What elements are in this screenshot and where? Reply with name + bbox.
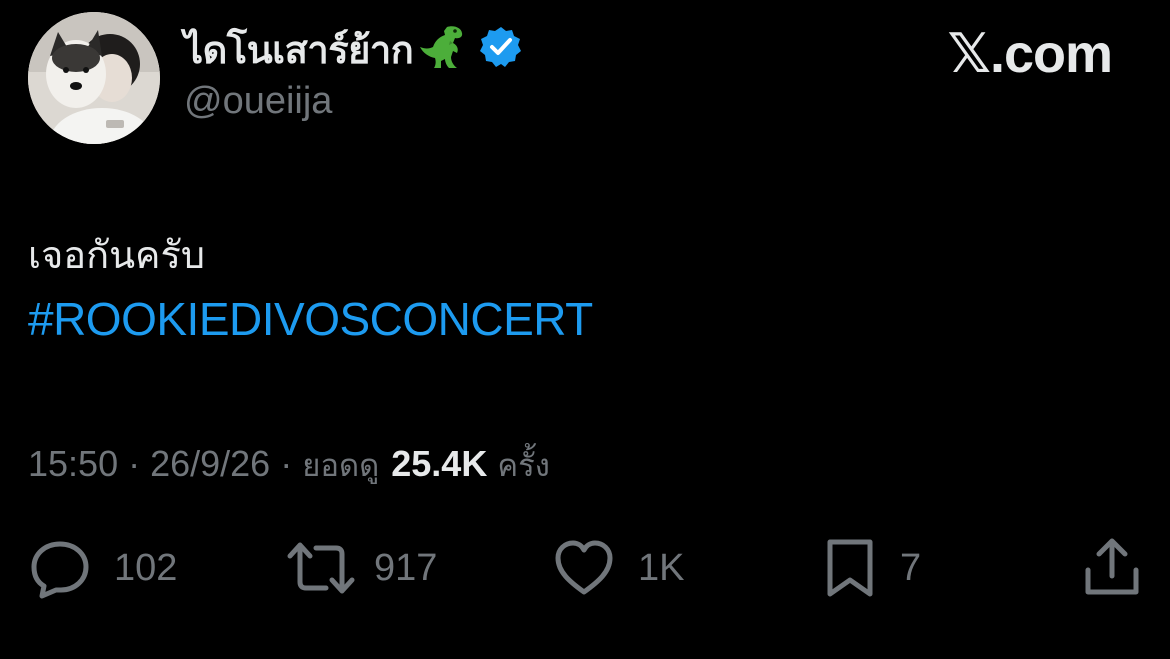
repost-icon (287, 542, 355, 594)
repost-button[interactable]: 917 (286, 535, 437, 601)
tweet-time[interactable]: 15:50 (28, 443, 118, 485)
views-count[interactable]: 25.4K (391, 443, 487, 485)
reply-button[interactable]: 102 (28, 535, 177, 601)
display-name[interactable]: ไดโนเสาร์ย้าก (184, 19, 414, 80)
author-handle[interactable]: @oueiija (184, 80, 332, 123)
avatar[interactable] (28, 12, 160, 144)
heart-icon (555, 540, 613, 595)
bookmark-button[interactable]: 7 (822, 535, 921, 601)
hashtag-link[interactable]: #ROOKIEDIVOSCONCERT (28, 292, 593, 346)
bookmark-icon (827, 539, 873, 597)
views-label: ยอดดู (302, 448, 380, 484)
t-rex-emoji-icon (417, 21, 469, 78)
like-count: 1K (638, 546, 685, 589)
site-logo: 𝕏.com (947, 24, 1113, 84)
repost-count: 917 (374, 546, 438, 589)
author-name-row: ไดโนเสาร์ย้าก (184, 22, 523, 76)
meta-separator: · (128, 443, 141, 484)
tweet-text: เจอกันครับ (28, 233, 206, 277)
views-suffix: ครั้ง (497, 448, 550, 484)
tweet-date[interactable]: 26/9/26 (150, 443, 270, 485)
tweet-meta: 15:50 · 26/9/26 · ยอดดู 25.4K ครั้ง (28, 440, 550, 490)
reply-icon (31, 541, 89, 599)
share-icon (1085, 538, 1139, 595)
bookmark-count: 7 (900, 546, 922, 589)
share-button[interactable] (1080, 535, 1144, 601)
like-button[interactable]: 1K (552, 535, 684, 601)
reply-count: 102 (114, 546, 178, 589)
action-bar: 102 917 1K 7 (0, 535, 1170, 601)
meta-separator: · (280, 443, 293, 484)
verified-badge-icon[interactable] (479, 25, 523, 74)
